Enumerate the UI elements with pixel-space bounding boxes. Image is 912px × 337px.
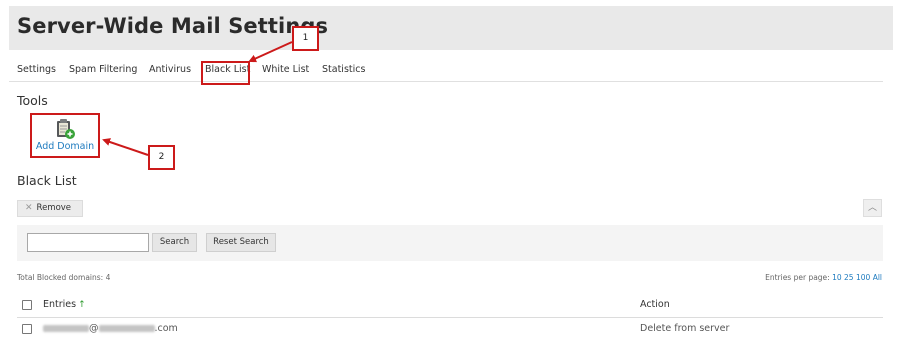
redacted-text [98,325,155,332]
search-input[interactable] [27,233,149,252]
remove-label: Remove [36,203,72,213]
entries-per-page-label: Entries per page: [765,273,830,282]
add-domain-highlight [30,113,100,158]
table-row-action[interactable]: Delete from server [640,323,729,334]
page-size-100[interactable]: 100 [856,273,870,282]
page-size-all[interactable]: All [873,273,882,282]
remove-button[interactable]: ✕ Remove [17,200,83,217]
search-panel: Search Reset Search [17,225,883,261]
select-all-checkbox[interactable] [22,300,32,310]
table-header-divider [17,317,883,318]
annotation-callout-2: 2 [148,145,175,170]
sort-ascending-icon: ↑ [78,300,86,310]
black-list-tab-highlight [201,61,250,85]
search-button[interactable]: Search [152,233,197,252]
page-title: Server-Wide Mail Settings [17,14,329,38]
entry-suffix: .com [154,323,178,334]
tab-antivirus[interactable]: Antivirus [149,63,191,77]
redacted-text [43,325,89,332]
action-column-header: Action [640,299,670,310]
entries-column-header[interactable]: Entries ↑ [43,299,86,310]
entry-at-sign: @ [89,323,99,334]
chevron-up-icon: ︿ [867,203,877,213]
entries-column-label: Entries [43,299,77,310]
tab-spam-filtering[interactable]: Spam Filtering [69,63,137,77]
tab-statistics[interactable]: Statistics [322,63,365,77]
tab-settings[interactable]: Settings [17,63,56,77]
annotation-callout-1: 1 [292,26,319,51]
row-checkbox[interactable] [22,324,32,334]
annotation-arrows [102,41,293,156]
collapse-button[interactable]: ︿ [863,199,882,217]
page-size-25[interactable]: 25 [844,273,854,282]
black-list-heading: Black List [17,173,77,188]
table-row-entry[interactable]: @ .com [43,323,178,334]
page-size-10[interactable]: 10 [832,273,842,282]
remove-icon: ✕ [25,203,33,213]
tools-heading: Tools [17,93,48,108]
page-header: Server-Wide Mail Settings [9,6,893,50]
entries-per-page: Entries per page: 10 25 100 All [765,273,882,282]
annotation-arrow-2 [102,138,149,156]
tab-white-list[interactable]: White List [262,63,309,77]
tab-divider [9,81,883,82]
reset-search-button[interactable]: Reset Search [206,233,276,252]
total-blocked-count: Total Blocked domains: 4 [17,273,111,282]
